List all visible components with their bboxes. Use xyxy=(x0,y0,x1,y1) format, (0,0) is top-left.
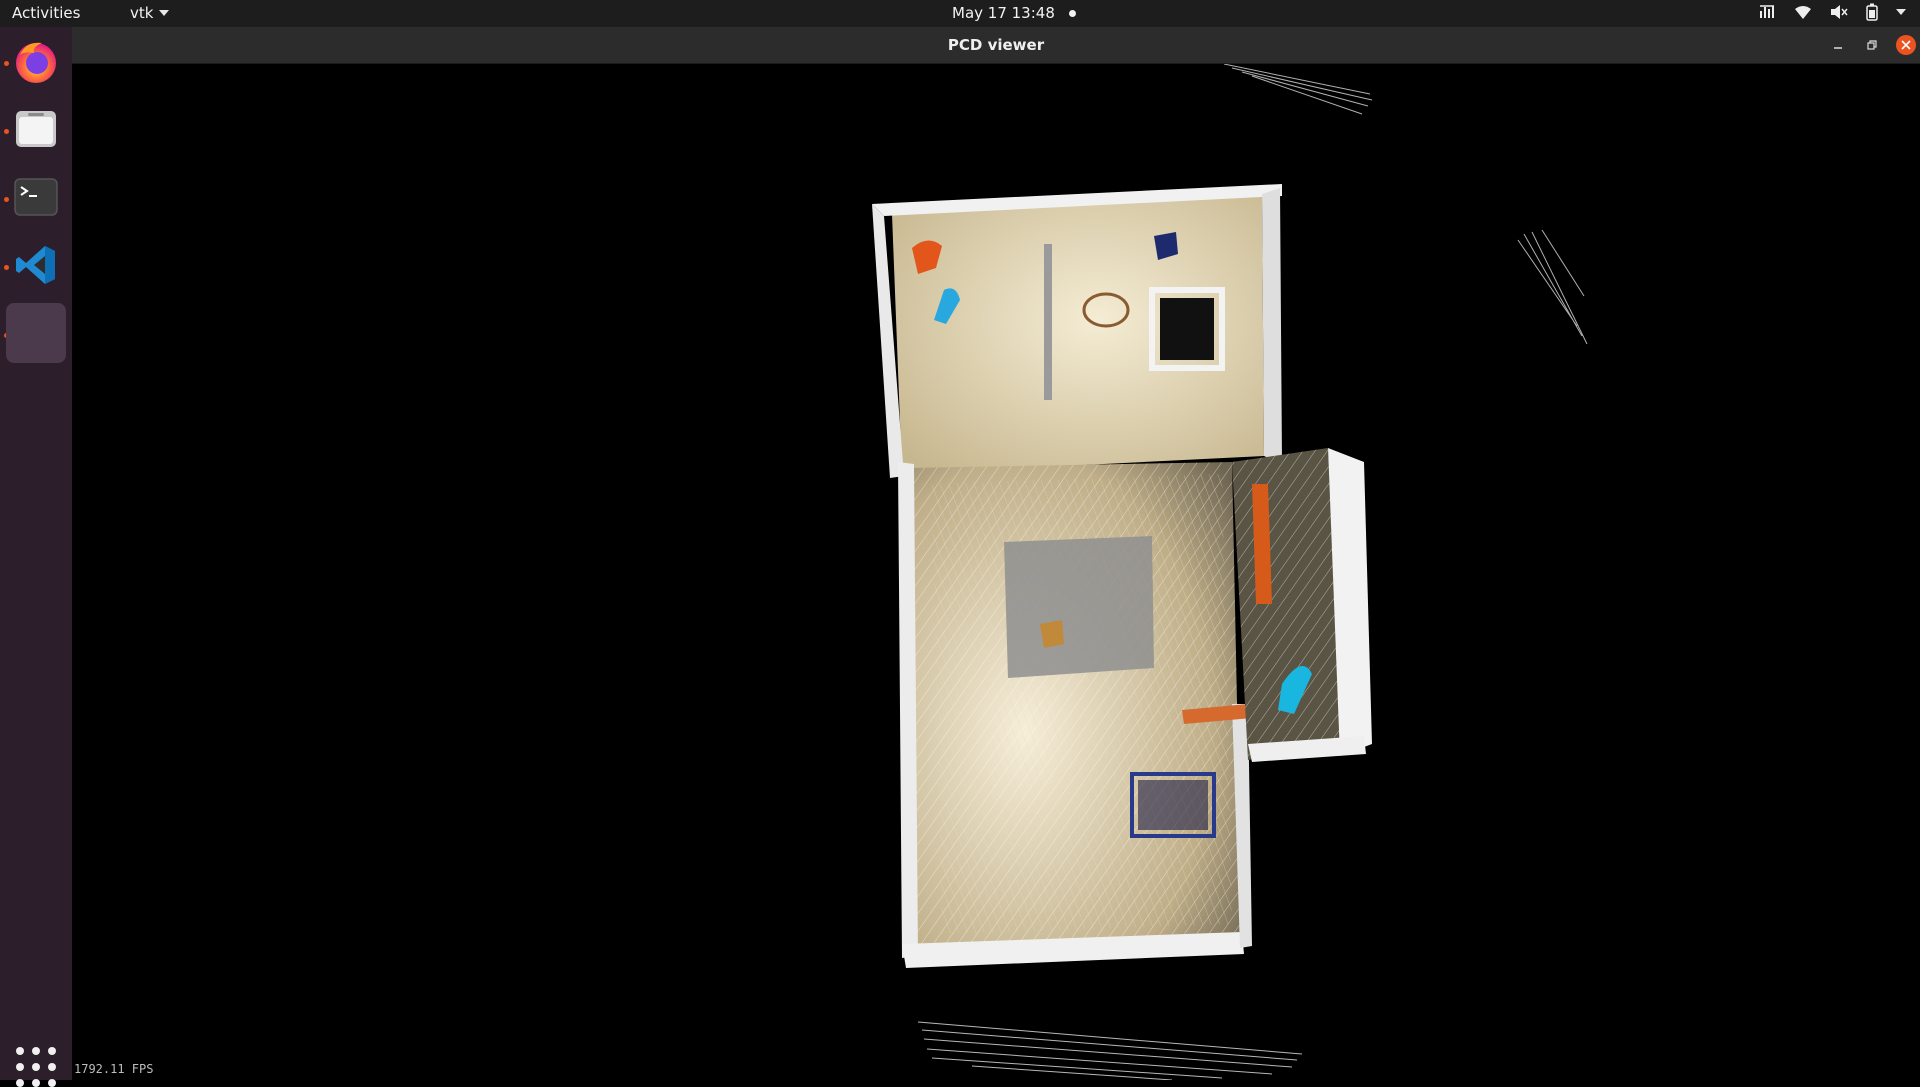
dock-item-files[interactable] xyxy=(6,99,66,159)
minimize-button[interactable] xyxy=(1829,36,1847,54)
point-cloud-render xyxy=(872,64,1588,1080)
dock-item-terminal[interactable] xyxy=(6,167,66,227)
minimize-icon xyxy=(1834,47,1842,49)
volume-muted-icon xyxy=(1831,5,1848,19)
dock xyxy=(0,27,72,1087)
vscode-icon xyxy=(16,246,55,284)
window-title: PCD viewer xyxy=(947,36,1045,54)
right-wing xyxy=(1232,448,1372,762)
dock-item-vscode[interactable] xyxy=(6,235,66,295)
upper-room xyxy=(872,184,1282,478)
dock-item-firefox[interactable] xyxy=(6,31,66,91)
chevron-down-icon xyxy=(159,10,170,16)
wifi-icon xyxy=(1795,6,1811,19)
lower-room xyxy=(898,462,1252,968)
stray-points-top xyxy=(1223,64,1373,115)
close-button[interactable] xyxy=(1896,35,1916,55)
vtk-render-viewport[interactable] xyxy=(72,64,1920,1080)
stray-points-right xyxy=(1517,229,1588,345)
close-icon xyxy=(1901,40,1911,50)
app-menu[interactable]: vtk xyxy=(130,4,170,22)
activities-button[interactable]: Activities xyxy=(12,4,80,22)
system-tray[interactable] xyxy=(1758,3,1906,21)
show-applications-icon[interactable] xyxy=(16,1047,56,1087)
app-menu-label: vtk xyxy=(130,4,154,22)
restore-button[interactable] xyxy=(1863,36,1881,54)
system-menu-chevron-icon xyxy=(1896,9,1906,15)
firefox-icon xyxy=(16,42,56,83)
fps-counter: 1792.11 FPS xyxy=(74,1062,154,1076)
top-bar: Activities vtk May 17 13:48 xyxy=(0,0,1920,27)
restore-icon xyxy=(1867,40,1877,50)
stray-points-bottom xyxy=(917,1021,1303,1080)
clock[interactable]: May 17 13:48 xyxy=(952,4,1076,22)
network-wired-icon xyxy=(1760,5,1774,18)
terminal-icon xyxy=(14,178,58,216)
files-icon xyxy=(16,111,56,147)
battery-icon xyxy=(1866,3,1878,21)
dock-item-pcd-viewer[interactable] xyxy=(6,303,66,363)
notification-dot-icon xyxy=(1068,9,1076,17)
window-titlebar[interactable]: PCD viewer xyxy=(72,27,1920,64)
datetime: May 17 13:48 xyxy=(952,4,1055,22)
